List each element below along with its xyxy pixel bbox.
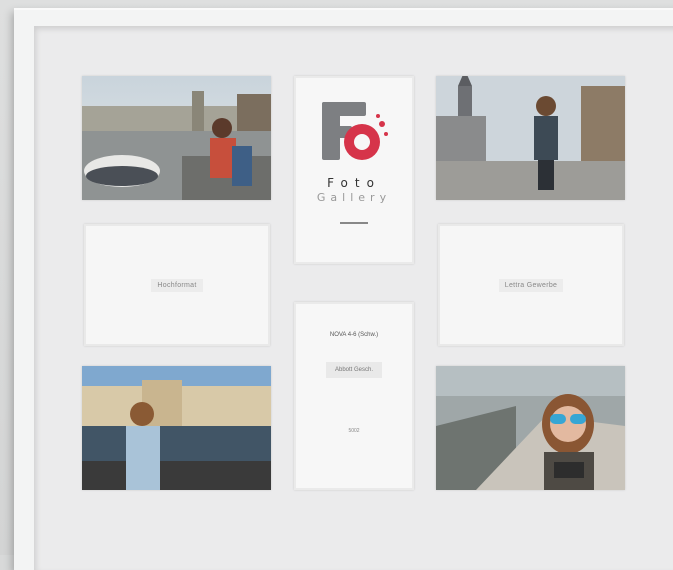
photo-top-left (82, 76, 271, 200)
photo-top-right (436, 76, 625, 200)
foto-gallery-logo (322, 102, 388, 160)
photo-bottom-left (82, 366, 271, 490)
info-card-header: NOVA 4-6 (Schw.) (329, 332, 379, 338)
blank-card-left: Hochformat (84, 224, 270, 346)
logo-title: Foto (327, 176, 381, 190)
logo-divider (340, 222, 368, 224)
info-card-footer: 5002 (348, 428, 360, 434)
blank-card-right-label: Lettra Gewerbe (498, 278, 564, 292)
info-card: NOVA 4-6 (Schw.) Abbott Gesch. 5002 (294, 302, 414, 490)
logo-card: Foto Gallery (294, 76, 414, 264)
blank-card-right: Lettra Gewerbe (438, 224, 624, 346)
logo-subtitle: Gallery (316, 191, 392, 204)
info-card-box: Abbott Gesch. (326, 362, 382, 378)
blank-card-left-label: Hochformat (151, 278, 203, 292)
photo-bottom-right (436, 366, 625, 490)
